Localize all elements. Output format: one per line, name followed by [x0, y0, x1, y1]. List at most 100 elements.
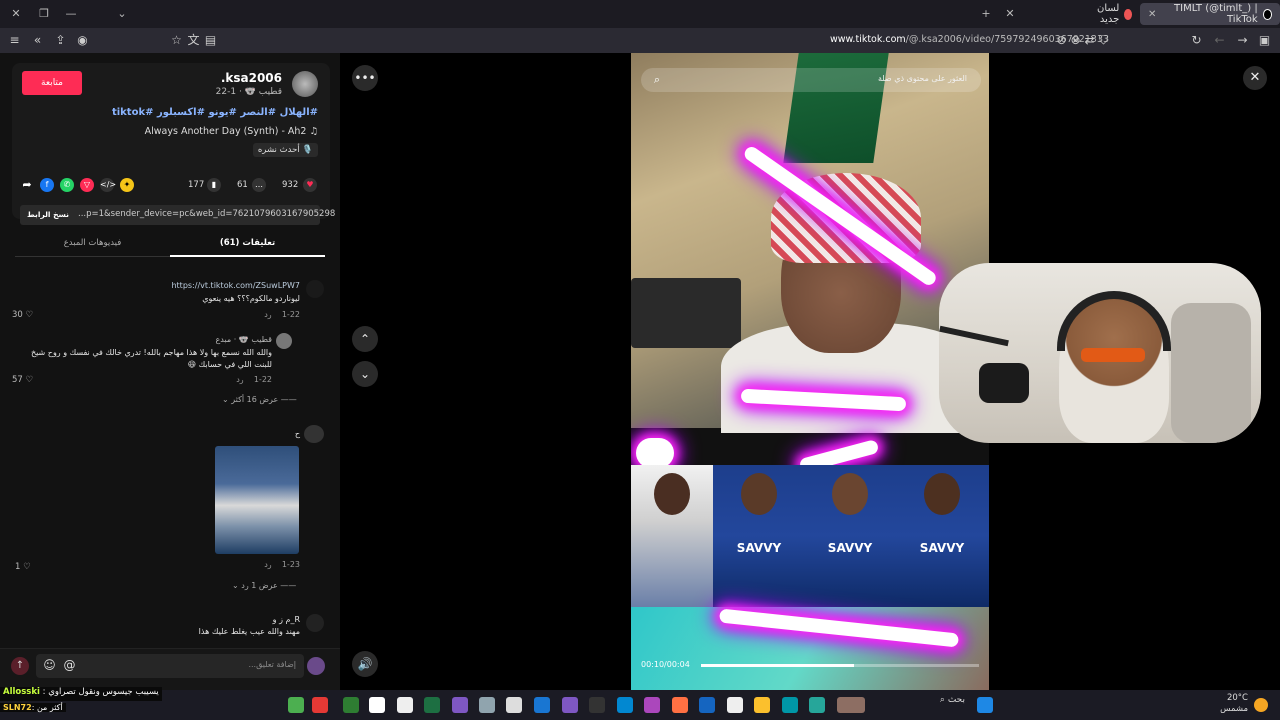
whatsapp-icon[interactable]: ✆	[60, 178, 74, 192]
back-icon[interactable]: ←	[1212, 33, 1227, 48]
sidebar-toggle-icon[interactable]: ▣	[1257, 33, 1272, 48]
tab-close-icon[interactable]: ✕	[1002, 6, 1018, 22]
music-link[interactable]: Always Another Day (Synth) - Ah2 ♫	[145, 126, 318, 137]
comment-author[interactable]: https://vt.tiktok.com/ZSuwLPW7	[171, 281, 300, 290]
comment-author[interactable]: قطيب 🐨 · مبدع	[216, 335, 272, 344]
swap-icon[interactable]: ⇄	[1082, 33, 1097, 48]
close-window-icon[interactable]: ✕	[8, 6, 24, 22]
comment-avatar[interactable]	[306, 614, 324, 632]
next-video-button[interactable]: ⌄	[352, 361, 378, 387]
close-video-button[interactable]: ✕	[1243, 66, 1267, 90]
author-avatar[interactable]	[292, 71, 318, 97]
post-hashtags[interactable]: #الهلال #النصر #يونو #اكسبلور #tiktok	[112, 107, 318, 118]
follow-button[interactable]: متابعة	[22, 71, 82, 95]
mention-icon[interactable]: @	[62, 658, 77, 673]
widgets-icon[interactable]	[837, 697, 865, 713]
reader-view-icon[interactable]: ▤	[203, 33, 218, 48]
tab-close-icon[interactable]: ✕	[1148, 9, 1156, 20]
video-search-bar[interactable]: ⌕ العثور على محتوى ذي صلة	[641, 68, 981, 92]
comment-author[interactable]: R_م ز و	[273, 615, 300, 624]
more-options-button[interactable]: •••	[352, 65, 378, 91]
folder-icon[interactable]	[754, 697, 770, 713]
facebook-icon[interactable]: f	[40, 178, 54, 192]
copy-link-button[interactable]: نسخ الرابط	[24, 208, 72, 222]
browser-logo-icon[interactable]: ◉	[75, 33, 90, 48]
app-icon[interactable]	[343, 697, 359, 713]
permissions-icon[interactable]: ⊗	[1068, 33, 1083, 48]
app-icon[interactable]	[644, 697, 660, 713]
chat-username: Allosski	[3, 687, 40, 697]
tab-active[interactable]: TIMLT (@timlt_) | TikTok ✕	[1140, 3, 1280, 25]
minimize-window-icon[interactable]: —	[63, 6, 79, 22]
tracking-icon[interactable]: ⊘	[1054, 33, 1069, 48]
weather-widget[interactable]: 20°C مشمس	[1196, 693, 1248, 715]
comment-input[interactable]: ☺ @ إضافة تعليق...	[36, 654, 304, 678]
app-icon[interactable]	[369, 697, 385, 713]
comment-like-count: 57	[12, 375, 23, 385]
view-more-replies-button[interactable]: ⌄ عرض 16 أكثر ——	[222, 395, 297, 404]
share-arrow-icon[interactable]: ➦	[20, 178, 34, 192]
forward-icon[interactable]: →	[1235, 33, 1250, 48]
extension-icon[interactable]: ⇪	[53, 33, 68, 48]
chrome-icon[interactable]	[288, 697, 304, 713]
copilot-icon[interactable]	[809, 697, 825, 713]
app-icon[interactable]	[562, 697, 578, 713]
search-icon[interactable]: ⌕	[649, 72, 665, 88]
view-more-replies-button[interactable]: ⌄ عرض 1 رد ——	[232, 581, 296, 590]
previous-video-button[interactable]: ⌃	[352, 326, 378, 352]
share-link-text[interactable]: ...p=1&sender_device=pc&web_id=762107960…	[78, 209, 335, 219]
author-username[interactable]: .ksa2006	[221, 71, 282, 85]
comment-like[interactable]: 1 ♡	[15, 562, 31, 572]
store-icon[interactable]	[727, 697, 743, 713]
taskbar-search[interactable]: بحث ⌕	[865, 695, 965, 715]
comment-like[interactable]: 30 ♡	[12, 310, 33, 320]
photos-icon[interactable]	[617, 697, 633, 713]
app-icon[interactable]	[452, 697, 468, 713]
comment-avatar[interactable]	[276, 333, 292, 349]
mail-icon[interactable]	[699, 697, 715, 713]
reply-button[interactable]: رد	[264, 560, 271, 569]
edge-icon[interactable]	[782, 697, 798, 713]
jersey-sponsor: SAVVY	[827, 541, 873, 555]
tab-comments[interactable]: تعليقات (61)	[170, 238, 325, 248]
tab-creator-videos[interactable]: فيديوهات المبدع	[15, 238, 170, 248]
menu-icon[interactable]: ≡	[7, 33, 22, 48]
reply-button[interactable]: رد	[236, 375, 243, 384]
file-icon[interactable]	[397, 697, 413, 713]
settings-gear-icon[interactable]	[479, 697, 495, 713]
bookmark-icon[interactable]: ▮	[207, 178, 221, 192]
comment-avatar[interactable]	[306, 280, 324, 298]
emoji-icon[interactable]: ☺	[42, 658, 57, 673]
heart-icon[interactable]: ♥	[303, 178, 317, 192]
shield-icon[interactable]: ⛉	[1096, 33, 1111, 48]
volume-button[interactable]: 🔊	[352, 651, 378, 677]
translate-icon[interactable]: 文	[186, 33, 201, 48]
coins-icon[interactable]: ✦	[120, 178, 134, 192]
restore-window-icon[interactable]: ❐	[36, 6, 52, 22]
comment-icon[interactable]: …	[252, 178, 266, 192]
epic-games-icon[interactable]	[589, 697, 605, 713]
send-arrow-icon[interactable]: ↑	[11, 657, 29, 675]
comment-avatar[interactable]	[304, 425, 324, 443]
steam-icon[interactable]	[534, 697, 550, 713]
bookmark-star-icon[interactable]: ☆	[169, 33, 184, 48]
comment-author[interactable]: ح	[295, 429, 300, 438]
new-tab-icon[interactable]: +	[978, 6, 994, 22]
windows-start-icon[interactable]	[977, 697, 993, 713]
reload-icon[interactable]: ↻	[1189, 33, 1204, 48]
tab-secondary[interactable]: لسان جديد	[1080, 3, 1140, 25]
embed-icon[interactable]: </>	[100, 178, 116, 192]
repost-icon[interactable]: ▽	[80, 178, 94, 192]
video-player[interactable]: SAVVY SAVVY SAVVY ⌕ العثور على محتوى ذي …	[631, 53, 989, 690]
excel-icon[interactable]	[424, 697, 440, 713]
comment-image[interactable]	[215, 446, 299, 554]
my-avatar[interactable]	[307, 657, 325, 675]
video-progress-bar[interactable]	[701, 664, 979, 667]
reply-button[interactable]: رد	[264, 310, 271, 319]
comment-like[interactable]: 57 ♡	[12, 375, 33, 385]
firefox-icon[interactable]	[672, 697, 688, 713]
app-icon[interactable]	[312, 697, 328, 713]
file-icon[interactable]	[506, 697, 522, 713]
tab-list-chevron-icon[interactable]: ⌄	[114, 6, 130, 22]
sidebar-collapse-icon[interactable]: «	[30, 33, 45, 48]
